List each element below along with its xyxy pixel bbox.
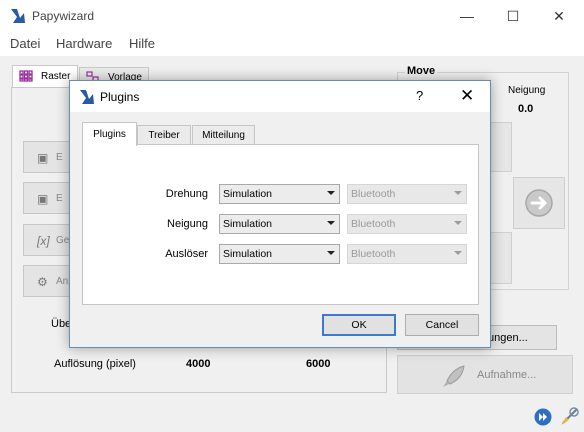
- menu-hardware[interactable]: Hardware: [56, 36, 112, 51]
- connection-icon[interactable]: [559, 405, 581, 427]
- minimize-button[interactable]: —: [444, 0, 490, 32]
- ausloeser-driver-value: Bluetooth: [351, 248, 396, 260]
- shoot-button[interactable]: Aufnahme...: [397, 355, 573, 394]
- tilt-label: Neigung: [508, 85, 546, 96]
- shoot-icon: ▣: [37, 192, 49, 206]
- cancel-button-label: Cancel: [425, 319, 459, 331]
- chevron-down-icon: [327, 221, 335, 225]
- side-button-3-label: Ge: [56, 235, 70, 246]
- tab-treiber-label: Treiber: [148, 129, 180, 141]
- title-bar: Papywizard — ☐ ✕: [0, 0, 584, 32]
- grid-icon: [19, 70, 33, 82]
- move-right-button[interactable]: [513, 177, 565, 229]
- dialog-close-button[interactable]: ✕: [460, 86, 474, 106]
- ausloeser-plugin-value: Simulation: [223, 248, 273, 260]
- dialog-title-bar: Plugins ? ✕: [70, 81, 490, 112]
- tab-treiber[interactable]: Treiber: [137, 125, 191, 145]
- chevron-down-icon: [454, 251, 462, 255]
- menu-datei[interactable]: Datei: [10, 36, 40, 51]
- app-logo-icon: [80, 90, 94, 104]
- tab-mitteilung-label: Mitteilung: [202, 129, 245, 141]
- tab-plugins[interactable]: Plugins: [82, 122, 137, 146]
- chevron-down-icon: [327, 251, 335, 255]
- resolution-label: Auflösung (pixel): [54, 358, 136, 370]
- rocket-icon: [443, 365, 465, 387]
- menu-bar: Datei Hardware Hilfe: [0, 32, 584, 56]
- chevron-down-icon: [454, 221, 462, 225]
- drehung-label: Drehung: [165, 188, 208, 200]
- arrow-right-icon: [525, 189, 553, 217]
- tab-plugins-label: Plugins: [93, 129, 126, 140]
- side-button-1-label: E: [56, 152, 63, 163]
- ausloeser-plugin-select[interactable]: Simulation: [219, 244, 340, 264]
- drehung-plugin-select[interactable]: Simulation: [219, 184, 340, 204]
- neigung-label: Neigung: [167, 218, 208, 230]
- tilt-value: 0.0: [518, 103, 534, 115]
- sliders-icon: ⚙: [37, 275, 48, 289]
- ausloeser-label: Auslöser: [165, 248, 208, 260]
- neigung-driver-select[interactable]: Bluetooth: [347, 214, 467, 234]
- shoot-icon: ▣: [37, 151, 49, 165]
- neigung-plugin-select[interactable]: Simulation: [219, 214, 340, 234]
- side-button-2-label: E: [56, 193, 63, 204]
- tab-mitteilung[interactable]: Mitteilung: [192, 125, 255, 145]
- ok-button-label: OK: [351, 319, 367, 331]
- move-title: Move: [405, 65, 438, 77]
- ausloeser-driver-select[interactable]: Bluetooth: [347, 244, 467, 264]
- forward-icon[interactable]: [533, 407, 553, 427]
- app-title: Papywizard: [32, 9, 95, 23]
- formula-icon: [x]: [37, 234, 50, 248]
- neigung-driver-value: Bluetooth: [351, 218, 396, 230]
- menu-hilfe[interactable]: Hilfe: [129, 36, 155, 51]
- dialog-title: Plugins: [100, 90, 140, 104]
- close-button[interactable]: ✕: [536, 0, 582, 32]
- resolution-x-value: 4000: [186, 358, 211, 370]
- plugins-dialog: Plugins ? ✕ Plugins Treiber Mitteilung D…: [69, 80, 491, 348]
- app-logo-icon: [11, 9, 25, 23]
- help-button[interactable]: ?: [416, 88, 423, 103]
- chevron-down-icon: [454, 191, 462, 195]
- tab-raster-label: Raster: [41, 71, 71, 82]
- shoot-button-label: Aufnahme...: [477, 369, 537, 381]
- resolution-y-value: 6000: [306, 358, 331, 370]
- cancel-button[interactable]: Cancel: [405, 314, 479, 336]
- drehung-plugin-value: Simulation: [223, 188, 273, 200]
- drehung-driver-select[interactable]: Bluetooth: [347, 184, 467, 204]
- ok-button[interactable]: OK: [322, 314, 396, 336]
- drehung-driver-value: Bluetooth: [351, 188, 396, 200]
- maximize-button[interactable]: ☐: [490, 0, 536, 32]
- neigung-plugin-value: Simulation: [223, 218, 273, 230]
- chevron-down-icon: [327, 191, 335, 195]
- settings-button-label: ungen...: [488, 332, 528, 344]
